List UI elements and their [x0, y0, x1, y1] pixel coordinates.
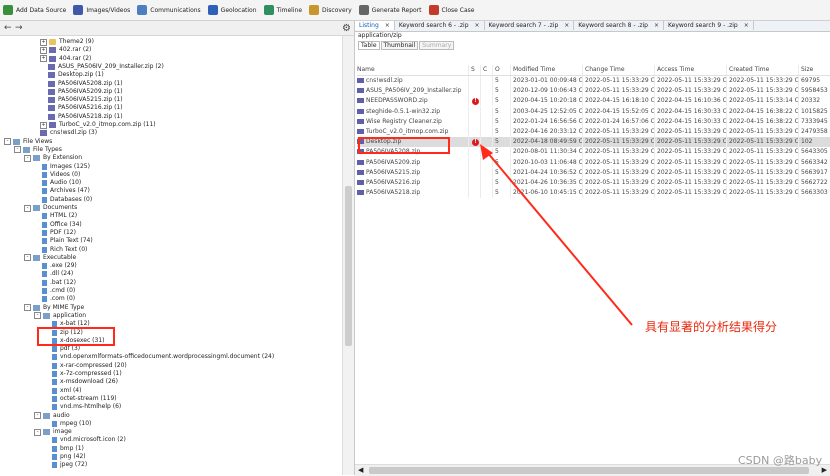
annotation-arrow: [480, 144, 633, 326]
annotation-arrow-line: [486, 151, 633, 326]
watermark: CSDN @路baby: [738, 454, 823, 467]
annotation-text: 具有显著的分析结果得分: [645, 320, 778, 334]
